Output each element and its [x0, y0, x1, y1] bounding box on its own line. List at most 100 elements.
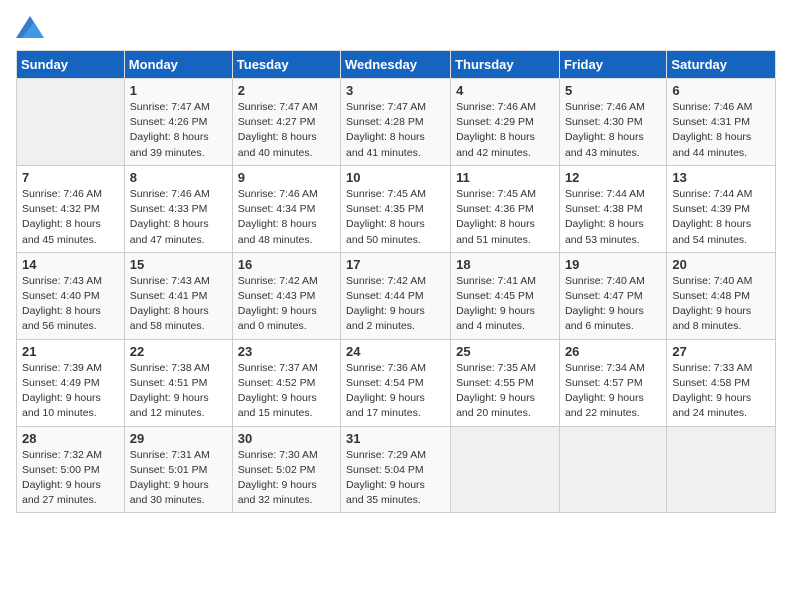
day-info: Sunrise: 7:46 AMSunset: 4:34 PMDaylight:… [238, 187, 335, 248]
week-row-5: 28 Sunrise: 7:32 AMSunset: 5:00 PMDayligh… [17, 426, 776, 513]
day-cell: 23 Sunrise: 7:37 AMSunset: 4:52 PMDayligh… [232, 339, 340, 426]
day-cell: 18 Sunrise: 7:41 AMSunset: 4:45 PMDayligh… [451, 252, 560, 339]
day-number: 5 [565, 83, 661, 98]
day-number: 21 [22, 344, 119, 359]
day-cell: 12 Sunrise: 7:44 AMSunset: 4:38 PMDayligh… [559, 165, 666, 252]
day-cell: 19 Sunrise: 7:40 AMSunset: 4:47 PMDayligh… [559, 252, 666, 339]
day-number: 29 [130, 431, 227, 446]
column-header-wednesday: Wednesday [341, 51, 451, 79]
day-info: Sunrise: 7:40 AMSunset: 4:47 PMDaylight:… [565, 274, 661, 335]
day-info: Sunrise: 7:46 AMSunset: 4:30 PMDaylight:… [565, 100, 661, 161]
day-info: Sunrise: 7:40 AMSunset: 4:48 PMDaylight:… [672, 274, 770, 335]
day-number: 6 [672, 83, 770, 98]
week-row-1: 1Sunrise: 7:47 AMSunset: 4:26 PMDaylight… [17, 79, 776, 166]
day-info: Sunrise: 7:37 AMSunset: 4:52 PMDaylight:… [238, 361, 335, 422]
day-cell: 17 Sunrise: 7:42 AMSunset: 4:44 PMDayligh… [341, 252, 451, 339]
day-cell: 31Sunrise: 7:29 AMSunset: 5:04 PMDayligh… [341, 426, 451, 513]
day-cell: 26Sunrise: 7:34 AMSunset: 4:57 PMDayligh… [559, 339, 666, 426]
day-cell: 29 Sunrise: 7:31 AMSunset: 5:01 PMDayligh… [124, 426, 232, 513]
page-header [16, 16, 776, 38]
column-header-friday: Friday [559, 51, 666, 79]
day-number: 31 [346, 431, 445, 446]
day-info: Sunrise: 7:42 AMSunset: 4:43 PMDaylight:… [238, 274, 335, 335]
day-cell [559, 426, 666, 513]
column-header-saturday: Saturday [667, 51, 776, 79]
day-number: 13 [672, 170, 770, 185]
day-cell: 2 Sunrise: 7:47 AMSunset: 4:27 PMDaylight… [232, 79, 340, 166]
day-number: 17 [346, 257, 445, 272]
day-number: 18 [456, 257, 554, 272]
day-cell [667, 426, 776, 513]
day-info: Sunrise: 7:39 AMSunset: 4:49 PMDaylight:… [22, 361, 119, 422]
day-number: 2 [238, 83, 335, 98]
calendar-table: SundayMondayTuesdayWednesdayThursdayFrid… [16, 50, 776, 513]
column-header-thursday: Thursday [451, 51, 560, 79]
day-info: Sunrise: 7:31 AMSunset: 5:01 PMDaylight:… [130, 448, 227, 509]
day-cell: 28 Sunrise: 7:32 AMSunset: 5:00 PMDayligh… [17, 426, 125, 513]
day-number: 12 [565, 170, 661, 185]
day-number: 1 [130, 83, 227, 98]
day-cell: 10 Sunrise: 7:45 AMSunset: 4:35 PMDayligh… [341, 165, 451, 252]
day-info: Sunrise: 7:33 AMSunset: 4:58 PMDaylight:… [672, 361, 770, 422]
day-cell: 6 Sunrise: 7:46 AMSunset: 4:31 PMDaylight… [667, 79, 776, 166]
day-cell: 4 Sunrise: 7:46 AMSunset: 4:29 PMDaylight… [451, 79, 560, 166]
day-number: 27 [672, 344, 770, 359]
week-row-2: 7Sunrise: 7:46 AMSunset: 4:32 PMDaylight… [17, 165, 776, 252]
day-number: 4 [456, 83, 554, 98]
day-info: Sunrise: 7:42 AMSunset: 4:44 PMDaylight:… [346, 274, 445, 335]
day-info: Sunrise: 7:47 AMSunset: 4:27 PMDaylight:… [238, 100, 335, 161]
day-info: Sunrise: 7:44 AMSunset: 4:39 PMDaylight:… [672, 187, 770, 248]
day-number: 9 [238, 170, 335, 185]
day-info: Sunrise: 7:47 AMSunset: 4:28 PMDaylight:… [346, 100, 445, 161]
column-header-sunday: Sunday [17, 51, 125, 79]
logo [16, 16, 48, 38]
day-number: 3 [346, 83, 445, 98]
day-cell [17, 79, 125, 166]
day-cell: 11Sunrise: 7:45 AMSunset: 4:36 PMDayligh… [451, 165, 560, 252]
day-cell: 27 Sunrise: 7:33 AMSunset: 4:58 PMDayligh… [667, 339, 776, 426]
day-info: Sunrise: 7:46 AMSunset: 4:33 PMDaylight:… [130, 187, 227, 248]
day-cell: 7Sunrise: 7:46 AMSunset: 4:32 PMDaylight… [17, 165, 125, 252]
day-cell: 24 Sunrise: 7:36 AMSunset: 4:54 PMDayligh… [341, 339, 451, 426]
day-info: Sunrise: 7:45 AMSunset: 4:35 PMDaylight:… [346, 187, 445, 248]
day-info: Sunrise: 7:36 AMSunset: 4:54 PMDaylight:… [346, 361, 445, 422]
day-number: 20 [672, 257, 770, 272]
day-cell: 5 Sunrise: 7:46 AMSunset: 4:30 PMDaylight… [559, 79, 666, 166]
column-header-tuesday: Tuesday [232, 51, 340, 79]
day-number: 28 [22, 431, 119, 446]
day-number: 22 [130, 344, 227, 359]
week-row-3: 14Sunrise: 7:43 AMSunset: 4:40 PMDayligh… [17, 252, 776, 339]
day-cell [451, 426, 560, 513]
day-number: 25 [456, 344, 554, 359]
day-number: 30 [238, 431, 335, 446]
day-number: 19 [565, 257, 661, 272]
logo-icon [16, 16, 44, 38]
day-info: Sunrise: 7:46 AMSunset: 4:31 PMDaylight:… [672, 100, 770, 161]
day-cell: 3 Sunrise: 7:47 AMSunset: 4:28 PMDaylight… [341, 79, 451, 166]
day-info: Sunrise: 7:45 AMSunset: 4:36 PMDaylight:… [456, 187, 554, 248]
day-info: Sunrise: 7:41 AMSunset: 4:45 PMDaylight:… [456, 274, 554, 335]
day-info: Sunrise: 7:44 AMSunset: 4:38 PMDaylight:… [565, 187, 661, 248]
day-info: Sunrise: 7:34 AMSunset: 4:57 PMDaylight:… [565, 361, 661, 422]
day-cell: 20 Sunrise: 7:40 AMSunset: 4:48 PMDayligh… [667, 252, 776, 339]
day-cell: 8 Sunrise: 7:46 AMSunset: 4:33 PMDaylight… [124, 165, 232, 252]
day-number: 16 [238, 257, 335, 272]
day-cell: 16 Sunrise: 7:42 AMSunset: 4:43 PMDayligh… [232, 252, 340, 339]
day-cell: 13 Sunrise: 7:44 AMSunset: 4:39 PMDayligh… [667, 165, 776, 252]
week-row-4: 21 Sunrise: 7:39 AMSunset: 4:49 PMDayligh… [17, 339, 776, 426]
day-cell: 15Sunrise: 7:43 AMSunset: 4:41 PMDayligh… [124, 252, 232, 339]
day-info: Sunrise: 7:32 AMSunset: 5:00 PMDaylight:… [22, 448, 119, 509]
day-cell: 14Sunrise: 7:43 AMSunset: 4:40 PMDayligh… [17, 252, 125, 339]
column-headers: SundayMondayTuesdayWednesdayThursdayFrid… [17, 51, 776, 79]
day-number: 24 [346, 344, 445, 359]
day-cell: 9 Sunrise: 7:46 AMSunset: 4:34 PMDaylight… [232, 165, 340, 252]
day-info: Sunrise: 7:43 AMSunset: 4:40 PMDaylight:… [22, 274, 119, 335]
day-info: Sunrise: 7:43 AMSunset: 4:41 PMDaylight:… [130, 274, 227, 335]
day-cell: 1Sunrise: 7:47 AMSunset: 4:26 PMDaylight… [124, 79, 232, 166]
day-number: 10 [346, 170, 445, 185]
day-info: Sunrise: 7:46 AMSunset: 4:29 PMDaylight:… [456, 100, 554, 161]
day-number: 8 [130, 170, 227, 185]
day-cell: 21 Sunrise: 7:39 AMSunset: 4:49 PMDayligh… [17, 339, 125, 426]
day-number: 23 [238, 344, 335, 359]
day-cell: 30Sunrise: 7:30 AMSunset: 5:02 PMDayligh… [232, 426, 340, 513]
